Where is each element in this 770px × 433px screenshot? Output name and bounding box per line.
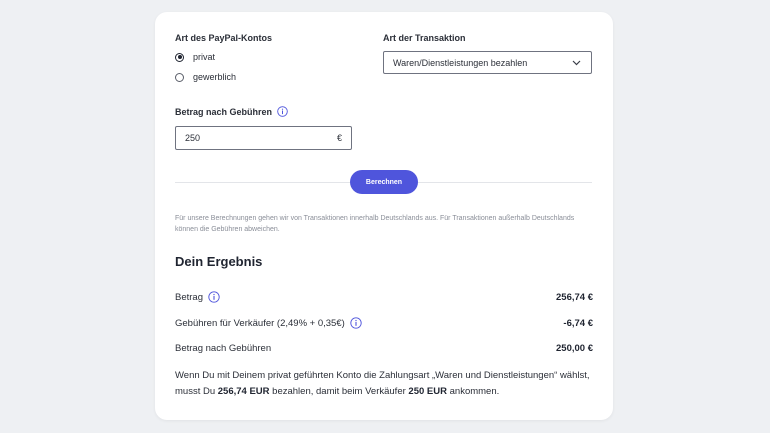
- calculate-button[interactable]: Berechnen: [350, 170, 418, 194]
- account-type-label: Art des PayPal-Kontos: [175, 33, 273, 43]
- amount-label: Betrag nach Gebühren: [175, 106, 273, 117]
- result-row-label: Betrag nach Gebühren: [175, 342, 272, 354]
- currency-symbol: €: [336, 133, 342, 143]
- radio-gewerblich-indicator[interactable]: [175, 72, 184, 82]
- result-row: Betrag nach Gebühren 250,00 €: [175, 341, 593, 355]
- summary-amount-pay: 256,74 EUR: [217, 386, 270, 397]
- summary-amount-receive: 250 EUR: [408, 386, 447, 397]
- chevron-down-icon[interactable]: [572, 60, 581, 66]
- info-icon[interactable]: [350, 317, 362, 329]
- result-title: Dein Ergebnis: [175, 254, 263, 269]
- amount-input[interactable]: 250 €: [175, 126, 352, 150]
- result-row-label: Betrag: [175, 291, 203, 303]
- radio-privat-label: privat: [193, 52, 216, 62]
- result-row: Betrag 256,74 €: [175, 290, 593, 304]
- result-row-label: Gebühren für Verkäufer (2,49% + 0,35€): [175, 317, 345, 329]
- result-summary: Wenn Du mit Deinem privat geführten Kont…: [175, 368, 595, 400]
- result-row: Gebühren für Verkäufer (2,49% + 0,35€) -…: [175, 316, 593, 330]
- amount-label-row: Betrag nach Gebühren: [175, 106, 288, 117]
- summary-text-3: ankommen.: [446, 386, 500, 397]
- fee-calculator-card: Art des PayPal-Kontos privat gewerblich …: [155, 12, 613, 420]
- summary-text-2: bezahlen, damit beim Verkäufer: [269, 386, 409, 397]
- radio-privat-indicator[interactable]: [175, 52, 184, 62]
- disclaimer-note: Für unsere Berechnungen gehen wir von Tr…: [175, 215, 575, 233]
- result-row-value: 256,74 €: [556, 291, 593, 303]
- radio-privat[interactable]: privat: [175, 52, 215, 62]
- amount-input-value[interactable]: 250: [185, 133, 200, 143]
- radio-gewerblich[interactable]: gewerblich: [175, 72, 236, 82]
- info-icon[interactable]: [208, 291, 220, 303]
- result-row-value: 250,00 €: [556, 342, 593, 354]
- info-icon[interactable]: [277, 106, 288, 117]
- transaction-type-select[interactable]: Waren/Dienstleistungen bezahlen: [383, 51, 592, 74]
- result-row-value: -6,74 €: [563, 317, 593, 329]
- radio-gewerblich-label: gewerblich: [193, 72, 237, 82]
- transaction-type-value: Waren/Dienstleistungen bezahlen: [393, 57, 528, 68]
- transaction-type-label: Art der Transaktion: [383, 33, 466, 43]
